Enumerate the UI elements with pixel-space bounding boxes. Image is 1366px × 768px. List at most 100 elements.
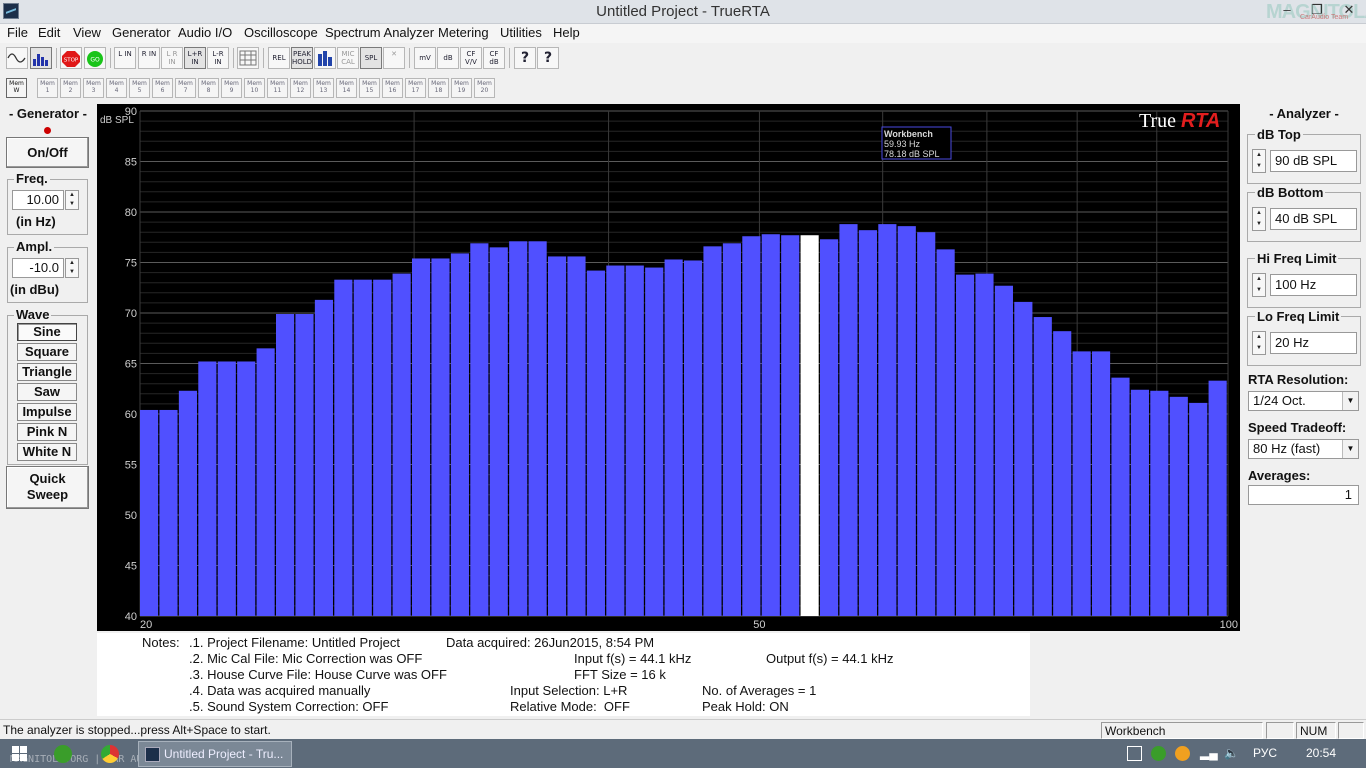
mem-7-button[interactable]: Mem 7 (175, 78, 196, 98)
wave-triangle-button[interactable]: Triangle (17, 363, 77, 381)
clock[interactable]: 20:54 (1306, 746, 1336, 760)
mem-19-button[interactable]: Mem 19 (451, 78, 472, 98)
lplusr-in-button[interactable]: L+R IN (184, 47, 206, 69)
menu-help[interactable]: Help (553, 25, 580, 40)
cf-vv-button[interactable]: CF V/V (460, 47, 482, 69)
y-tick-label: 70 (125, 308, 137, 320)
menu-spectrum-analyzer[interactable]: Spectrum Analyzer (325, 25, 434, 40)
ampl-input[interactable]: -10.0 (12, 258, 64, 278)
note-line-1: .1. Project Filename: Untitled Project (189, 635, 400, 650)
rta-resolution-select[interactable]: 1/24 Oct. ▼ (1248, 391, 1359, 411)
mem-4-button[interactable]: Mem 4 (106, 78, 127, 98)
menu-file[interactable]: File (7, 25, 28, 40)
mic-cal-button[interactable]: MIC CAL (337, 47, 359, 69)
restore-button[interactable]: ❐ (1302, 0, 1332, 22)
db-bottom-spinner[interactable]: ▲ ▼ (1252, 207, 1266, 231)
cf-db-button[interactable]: CF dB (483, 47, 505, 69)
mem-11-button[interactable]: Mem 11 (267, 78, 288, 98)
freq-spinner[interactable]: ▲ ▼ (65, 190, 79, 210)
wave-saw-button[interactable]: Saw (17, 383, 77, 401)
mem-18-button[interactable]: Mem 18 (428, 78, 449, 98)
menu-audio-io[interactable]: Audio I/O (178, 25, 232, 40)
wave-impulse-button[interactable]: Impulse (17, 403, 77, 421)
menu-oscilloscope[interactable]: Oscilloscope (244, 25, 318, 40)
freq-input[interactable]: 10.00 (12, 190, 64, 210)
rta-graph[interactable]: 40 45 50 55 60 65 70 75 80 85 90 dB SPL 20 50 100 True R… (97, 104, 1240, 631)
menu-edit[interactable]: Edit (38, 25, 60, 40)
mem-3-button[interactable]: Mem 3 (83, 78, 104, 98)
help-icon[interactable]: ? (514, 47, 536, 69)
main-toolbar: STOP GO L IN R IN L R IN L+R IN L-R IN R… (0, 45, 1366, 73)
volume-icon[interactable]: 🔈 (1224, 746, 1239, 761)
mem-16-button[interactable]: Mem 16 (382, 78, 403, 98)
language-indicator[interactable]: РУС (1253, 746, 1277, 760)
wave-label: Wave (14, 307, 52, 322)
go-button[interactable]: GO (84, 47, 106, 69)
rta-bar (314, 299, 333, 616)
generator-onoff-button[interactable]: On/Off (6, 137, 89, 168)
sine-wave-icon[interactable] (6, 47, 28, 69)
x-button[interactable]: ✕ (383, 47, 405, 69)
mem-14-button[interactable]: Mem 14 (336, 78, 357, 98)
mem-1-button[interactable]: Mem 1 (37, 78, 58, 98)
context-help-icon[interactable]: ? (537, 47, 559, 69)
speed-tradeoff-select[interactable]: 80 Hz (fast) ▼ (1248, 439, 1359, 459)
close-button[interactable]: ✕ (1334, 0, 1364, 22)
mem-6-button[interactable]: Mem 6 (152, 78, 173, 98)
r-in-button[interactable]: R IN (138, 47, 160, 69)
bars-button[interactable] (314, 47, 336, 69)
grid-button[interactable] (237, 47, 259, 69)
peak-hold-button[interactable]: PEAK HOLD (291, 47, 313, 69)
ampl-spinner[interactable]: ▲ ▼ (65, 258, 79, 278)
menu-view[interactable]: View (73, 25, 101, 40)
db-button[interactable]: dB (437, 47, 459, 69)
rel-button[interactable]: REL (268, 47, 290, 69)
hi-freq-spinner[interactable]: ▲ ▼ (1252, 273, 1266, 297)
mem-2-button[interactable]: Mem 2 (60, 78, 81, 98)
menu-metering[interactable]: Metering (438, 25, 489, 40)
mem-5-button[interactable]: Mem 5 (129, 78, 150, 98)
network-icon[interactable]: ▂▄ (1200, 746, 1218, 761)
mem-9-button[interactable]: Mem 9 (221, 78, 242, 98)
lo-freq-spinner[interactable]: ▲ ▼ (1252, 331, 1266, 355)
quick-sweep-button[interactable]: Quick Sweep (6, 466, 89, 509)
menu-generator[interactable]: Generator (112, 25, 171, 40)
mem-10-button[interactable]: Mem 10 (244, 78, 265, 98)
mv-button[interactable]: mV (414, 47, 436, 69)
mem-12-button[interactable]: Mem 12 (290, 78, 311, 98)
hi-freq-input[interactable]: 100 Hz (1270, 274, 1357, 296)
lo-freq-input[interactable]: 20 Hz (1270, 332, 1357, 354)
db-top-spinner[interactable]: ▲ ▼ (1252, 149, 1266, 173)
wave-pink-noise-button[interactable]: Pink N (17, 423, 77, 441)
chrome-icon[interactable] (101, 745, 119, 763)
mem-w-button[interactable]: Mem W (6, 78, 27, 98)
note-input-fs: Input f(s) = 44.1 kHz (574, 651, 692, 666)
stop-button[interactable]: STOP (60, 47, 82, 69)
spl-button[interactable]: SPL (360, 47, 382, 69)
averages-input[interactable]: 1 (1248, 485, 1359, 505)
hi-freq-label: Hi Freq Limit (1255, 251, 1339, 266)
wave-white-noise-button[interactable]: White N (17, 443, 77, 461)
mem-17-button[interactable]: Mem 17 (405, 78, 426, 98)
db-top-input[interactable]: 90 dB SPL (1270, 150, 1357, 172)
wave-sine-button[interactable]: Sine (17, 323, 77, 341)
rta-icon[interactable] (30, 47, 52, 69)
mem-15-button[interactable]: Mem 15 (359, 78, 380, 98)
minimize-button[interactable]: – (1272, 0, 1302, 22)
wave-square-button[interactable]: Square (17, 343, 77, 361)
taskbar-app-truerta[interactable]: Untitled Project - Tru... (138, 741, 292, 767)
utorrent-icon[interactable] (54, 745, 72, 763)
mem-20-button[interactable]: Mem 20 (474, 78, 495, 98)
db-bottom-input[interactable]: 40 dB SPL (1270, 208, 1357, 230)
l-in-button[interactable]: L IN (114, 47, 136, 69)
mem-13-button[interactable]: Mem 13 (313, 78, 334, 98)
tray-utorrent-icon[interactable] (1151, 746, 1166, 761)
lminusr-in-button[interactable]: L-R IN (207, 47, 229, 69)
tray-app-icon[interactable] (1175, 746, 1190, 761)
mem-8-button[interactable]: Mem 8 (198, 78, 219, 98)
l-r-in-button[interactable]: L R IN (161, 47, 183, 69)
rta-bar (509, 241, 528, 617)
rta-bar (645, 267, 664, 616)
show-desktop-icon[interactable] (1127, 746, 1142, 761)
menu-utilities[interactable]: Utilities (500, 25, 542, 40)
